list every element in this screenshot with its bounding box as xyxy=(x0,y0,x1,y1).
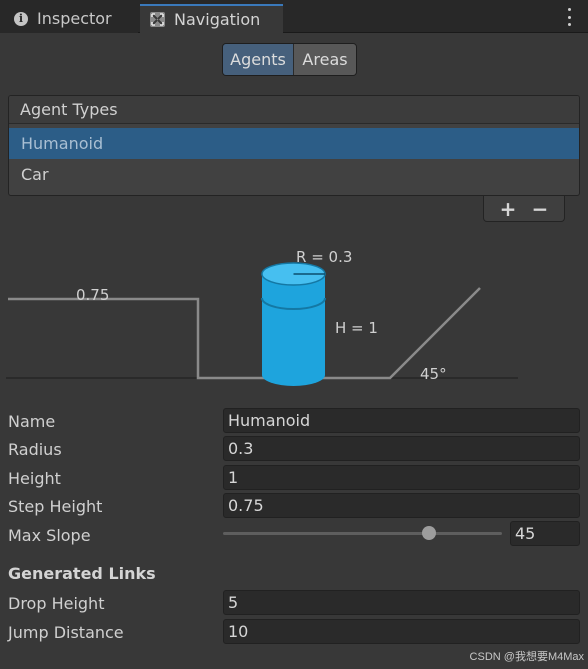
max-slope-slider-thumb[interactable] xyxy=(422,526,437,540)
tab-bar: i Inspector Navigation xyxy=(0,0,588,33)
name-field[interactable]: Humanoid xyxy=(223,408,580,433)
height-field[interactable]: 1 xyxy=(223,465,580,490)
jump-distance-label: Jump Distance xyxy=(8,622,124,642)
cylinder-body xyxy=(262,274,325,375)
radius-field[interactable]: 0.3 xyxy=(223,436,580,461)
step-height-field[interactable]: 0.75 xyxy=(223,493,580,518)
list-item[interactable]: Humanoid xyxy=(9,128,579,159)
jump-distance-field[interactable]: 10 xyxy=(223,619,580,644)
generated-links-title: Generated Links xyxy=(8,564,156,583)
agents-areas-toggle: Agents Areas xyxy=(222,43,357,76)
drop-height-label: Drop Height xyxy=(8,593,105,613)
slope-label: 45° xyxy=(420,365,447,383)
navigation-icon xyxy=(150,12,165,27)
max-slope-slider-track[interactable] xyxy=(223,532,502,535)
max-slope-label: Max Slope xyxy=(8,525,91,545)
drop-height-field[interactable]: 5 xyxy=(223,590,580,615)
height-label: H = 1 xyxy=(335,319,378,337)
remove-agent-button[interactable]: − xyxy=(532,199,549,219)
tab-navigation[interactable]: Navigation xyxy=(140,4,283,33)
add-agent-button[interactable]: + xyxy=(500,199,517,219)
agent-diagram: 0.75 R = 0.3 H = 1 45° xyxy=(6,248,518,386)
agents-tab-button[interactable]: Agents xyxy=(223,44,294,75)
radius-label: R = 0.3 xyxy=(296,248,352,266)
name-label: Name xyxy=(8,411,56,431)
tab-inspector-label: Inspector xyxy=(37,9,112,28)
areas-tab-button[interactable]: Areas xyxy=(294,44,356,75)
max-slope-field[interactable]: 45 xyxy=(510,521,580,546)
cylinder-bottom xyxy=(262,364,325,386)
step-height-label-text: Step Height xyxy=(8,496,103,516)
step-height-label: 0.75 xyxy=(76,286,109,304)
agent-types-header: Agent Types xyxy=(9,96,579,124)
tab-inspector[interactable]: i Inspector xyxy=(0,4,138,33)
agent-types-list: Agent Types Humanoid Car xyxy=(8,95,580,196)
kebab-menu-icon[interactable] xyxy=(566,8,572,26)
tab-navigation-label: Navigation xyxy=(174,10,261,29)
radius-label-text: Radius xyxy=(8,439,62,459)
agent-cylinder xyxy=(261,262,326,386)
add-remove-footer: + − xyxy=(483,196,565,222)
list-item[interactable]: Car xyxy=(9,159,579,190)
height-label-text: Height xyxy=(8,468,61,488)
watermark: CSDN @我想要M4Max xyxy=(469,651,584,663)
info-icon: i xyxy=(14,11,28,26)
